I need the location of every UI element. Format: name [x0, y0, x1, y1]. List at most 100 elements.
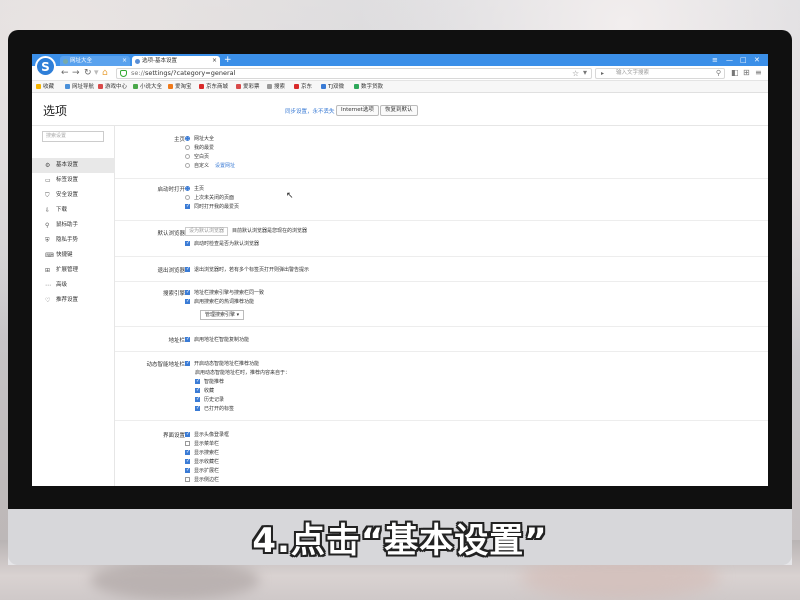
- radio-homepage-blank[interactable]: 空白页: [185, 153, 209, 161]
- sidebar-item[interactable]: ⊞ 扩展管理: [32, 263, 115, 278]
- bookmark-item[interactable]: 游戏中心: [98, 82, 127, 92]
- bookmark-item[interactable]: 数字贷款: [354, 82, 383, 92]
- sidebar-item[interactable]: ⚲ 鼠标助手: [32, 218, 115, 233]
- manage-search-engines-dropdown[interactable]: 管理搜索引擎 ▾: [200, 310, 245, 320]
- dropdown-icon[interactable]: ▾: [583, 68, 587, 77]
- checkbox[interactable]: [185, 288, 190, 296]
- checkbox-show-extbar[interactable]: 显示扩展栏: [185, 466, 219, 475]
- reload-icon[interactable]: ↻: [84, 68, 92, 79]
- radio-button[interactable]: [185, 144, 190, 150]
- menu-icon[interactable]: ≡: [755, 68, 762, 77]
- section-divider: [115, 281, 768, 282]
- bookmark-item[interactable]: 京东: [294, 82, 312, 92]
- checkbox[interactable]: [185, 466, 190, 474]
- close-icon[interactable]: ×: [122, 56, 127, 66]
- settings-search-input[interactable]: 搜索设置: [42, 131, 104, 142]
- search-icon[interactable]: ⚲: [716, 69, 721, 78]
- sync-settings-link[interactable]: 同步设置，永不丢失: [285, 107, 335, 115]
- sidebar-item[interactable]: ♡ 推荐设置: [32, 293, 115, 308]
- radio-startup-last-session[interactable]: 上次未关闭的页面: [185, 194, 234, 202]
- checkbox[interactable]: [195, 395, 200, 403]
- radio-button[interactable]: [185, 162, 190, 168]
- sidebar-toggle-icon[interactable]: ◧: [731, 68, 739, 77]
- checkbox-close-warning[interactable]: 退出浏览器时，若有多个标签页打开则弹出警告提示: [185, 265, 309, 274]
- bookmark-item[interactable]: 爱淘宝: [168, 82, 192, 92]
- checkbox-hot-words[interactable]: 启用搜索栏的热词推荐功能: [185, 297, 254, 306]
- checkbox[interactable]: [195, 386, 200, 394]
- checkbox[interactable]: [195, 404, 200, 412]
- favorite-star-icon[interactable]: ☆: [572, 69, 579, 78]
- sidebar-item[interactable]: ⛉ 安全设置: [32, 188, 115, 203]
- checkbox-search-sync[interactable]: 地址栏搜索引擎与搜索栏同一致: [185, 288, 264, 297]
- mouse-icon: ⚲: [45, 222, 50, 229]
- address-scheme: se://: [131, 69, 145, 77]
- checkbox-show-sidebar[interactable]: 显示侧边栏: [185, 476, 219, 484]
- radio-button[interactable]: [185, 185, 190, 191]
- checkbox-smart-copy[interactable]: 启用地址栏智能复制功能: [185, 335, 249, 344]
- bookmark-item[interactable]: 小说大全: [133, 82, 162, 92]
- checkbox[interactable]: [185, 297, 190, 305]
- search-engine-icon[interactable]: ▸: [601, 69, 604, 78]
- radio-startup-home[interactable]: 主页: [185, 185, 204, 193]
- checkbox[interactable]: [185, 430, 190, 438]
- checkbox-smart-recommend[interactable]: 开启动态智能地址栏推荐功能: [185, 359, 259, 368]
- extensions-icon[interactable]: ⊞: [743, 68, 750, 77]
- checkbox[interactable]: [185, 239, 190, 247]
- sidebar-item[interactable]: ▭ 标签设置: [32, 173, 115, 188]
- bookmark-item[interactable]: 京东商城: [199, 82, 228, 92]
- sidebar-item[interactable]: ⌨ 快捷键: [32, 248, 115, 263]
- menu-icon[interactable]: ≡: [712, 55, 718, 65]
- checkbox-open-favorites[interactable]: 同时打开我的最爱页: [185, 202, 239, 211]
- sidebar-item[interactable]: ⚙ 基本设置: [32, 158, 115, 173]
- checkbox[interactable]: [185, 335, 190, 343]
- sidebar-item[interactable]: ⋯ 高级: [32, 278, 115, 293]
- bookmark-item[interactable]: 网址导航: [65, 82, 94, 92]
- bookmark-favorites[interactable]: 收藏: [36, 82, 54, 92]
- bookmark-item[interactable]: TJ双微: [321, 82, 344, 92]
- new-tab-button[interactable]: +: [224, 56, 234, 66]
- page-title: 选项: [43, 104, 68, 118]
- checkbox[interactable]: [185, 440, 190, 446]
- checkbox[interactable]: [195, 377, 200, 385]
- radio-button[interactable]: [185, 194, 190, 200]
- internet-options-button[interactable]: Internet选项: [336, 105, 379, 116]
- sidebar-item[interactable]: ⛨ 隐私手势: [32, 233, 115, 248]
- restore-default-button[interactable]: 恢复到默认: [380, 105, 418, 116]
- chevron-down-icon[interactable]: ▾: [94, 68, 99, 79]
- radio-homepage-custom[interactable]: 自定义 设置网址: [185, 162, 235, 170]
- checkbox-check-default[interactable]: 启动时检查是否为默认浏览器: [185, 239, 259, 248]
- close-window-icon[interactable]: ✕: [754, 55, 760, 65]
- checkbox[interactable]: [185, 359, 190, 367]
- search-box[interactable]: ▸ 输入文字搜索 ⚲: [595, 68, 725, 79]
- checkbox[interactable]: [185, 202, 190, 210]
- checkbox[interactable]: [185, 265, 190, 273]
- set-url-link[interactable]: 设置网址: [215, 163, 235, 169]
- checkbox[interactable]: [185, 476, 190, 482]
- home-icon[interactable]: ⌂: [102, 68, 108, 79]
- radio-button[interactable]: [185, 153, 190, 159]
- section-divider: [115, 256, 768, 257]
- bookmark-item[interactable]: 爱彩票: [236, 82, 260, 92]
- section-label-search-engine: 搜索引擎: [162, 291, 185, 297]
- checkbox[interactable]: [185, 448, 190, 456]
- section-label-startup: 启动时打开: [157, 187, 185, 193]
- checkbox[interactable]: [185, 457, 190, 465]
- radio-homepage-favorites[interactable]: 我的最爱: [185, 144, 214, 152]
- bookmark-item[interactable]: 搜索: [267, 82, 285, 92]
- address-bar[interactable]: se://settings/?category=general: [116, 68, 592, 79]
- browser-logo-icon[interactable]: S: [35, 56, 56, 77]
- back-icon[interactable]: ←: [61, 68, 69, 79]
- checkbox-show-avatar[interactable]: 显示头像登录框: [185, 430, 229, 439]
- set-default-browser-button[interactable]: 设为默认浏览器: [185, 227, 229, 236]
- close-icon[interactable]: ×: [212, 56, 217, 66]
- minimize-icon[interactable]: —: [726, 55, 733, 65]
- maximize-icon[interactable]: □: [740, 55, 747, 65]
- forward-icon[interactable]: →: [72, 68, 80, 79]
- radio-button[interactable]: [185, 135, 190, 141]
- checkbox-source-open-tabs[interactable]: 已打开的标签: [195, 404, 234, 413]
- tab-bar: 网址大全 × 选项-基本设置 × + ≡ — □ ✕: [32, 54, 768, 66]
- radio-homepage-hao[interactable]: 网址大全: [185, 135, 214, 143]
- sidebar-item[interactable]: ⇩ 下载: [32, 203, 115, 218]
- tab-settings[interactable]: 选项-基本设置 ×: [132, 56, 220, 66]
- tab-homepage[interactable]: 网址大全 ×: [60, 56, 130, 66]
